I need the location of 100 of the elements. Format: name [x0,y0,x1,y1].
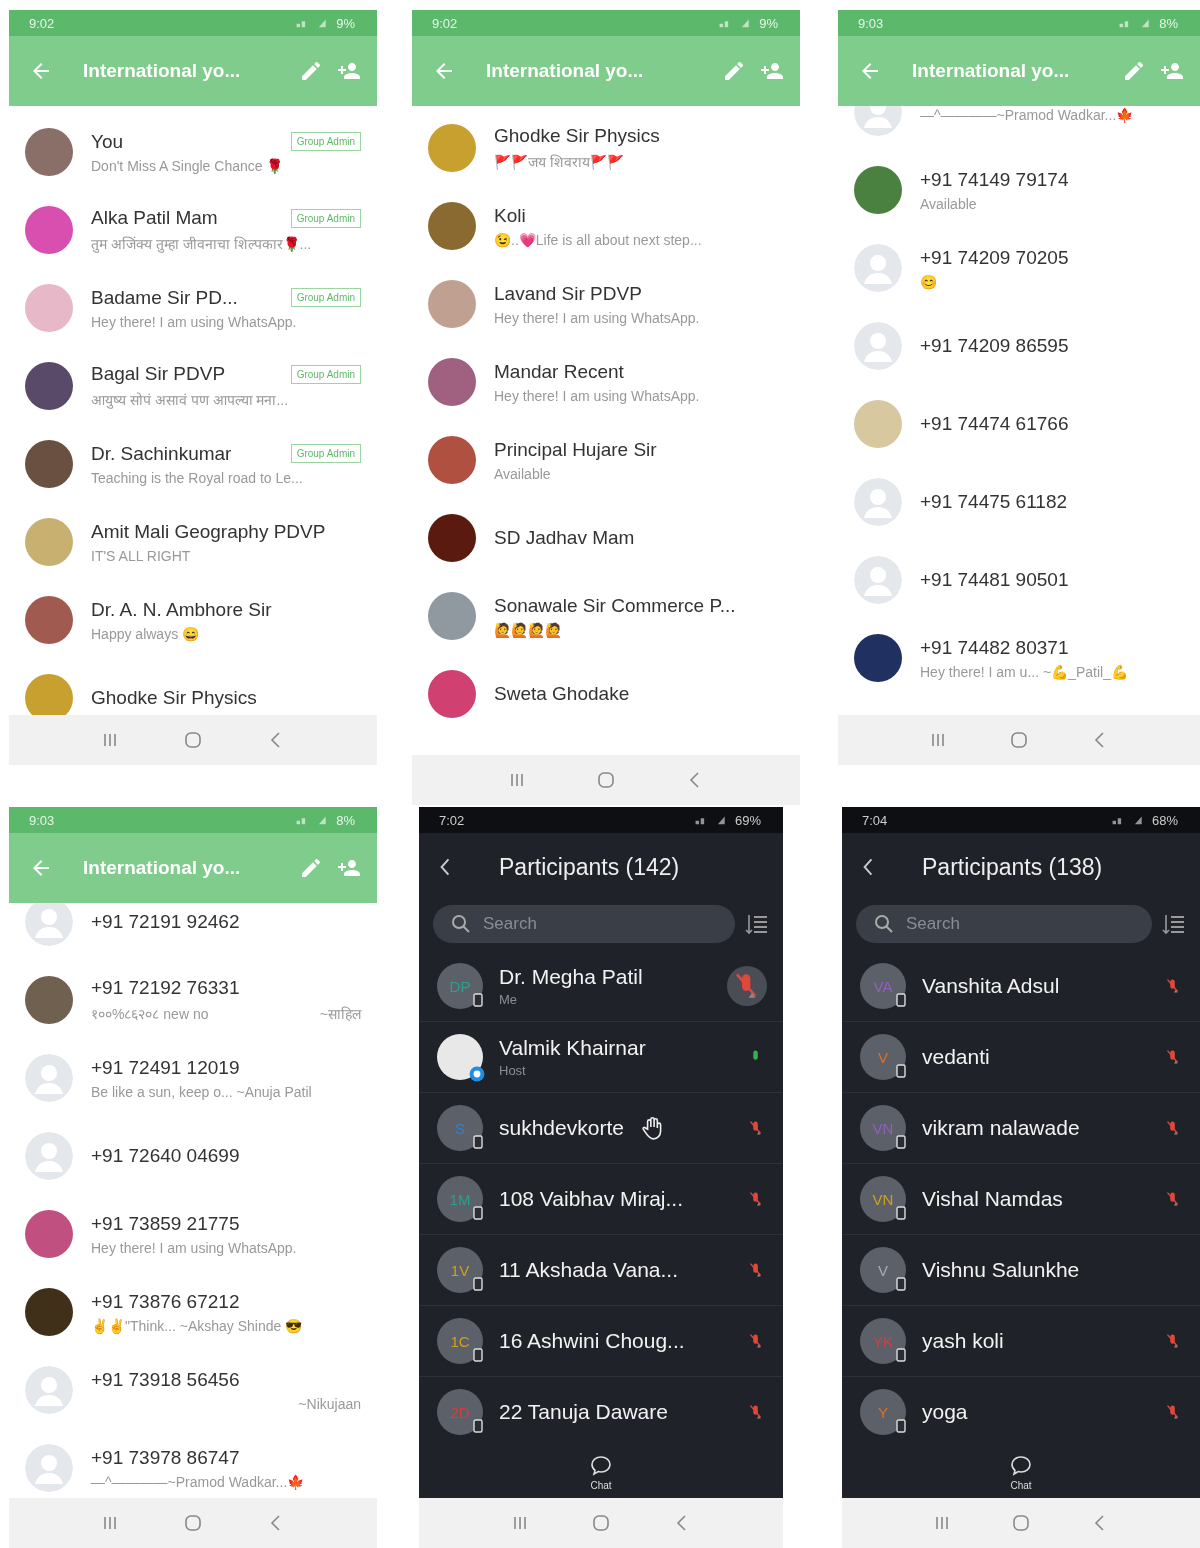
participant-name: sukhdevkorte [499,1116,624,1140]
initials-avatar: 1V [437,1247,483,1293]
default-avatar-icon [854,322,902,370]
member-status: Available [920,195,977,212]
member-status: १००%८६२०८ new no [91,1005,209,1023]
member-name: Sweta Ghodake [494,683,630,705]
phone-icon [896,993,906,1007]
member-name: +91 72192 76331 [91,977,240,999]
status-time: 7:04 [862,812,888,828]
default-avatar-icon [25,1444,73,1492]
default-avatar-icon [854,244,902,292]
member-name: You [91,130,124,153]
member-name: Amit Mali Geography PDVP [91,520,326,543]
participant-name: vikram nalawade [922,1116,1080,1140]
member-name: Sonawale Sir Commerce P... [494,594,736,617]
member-name: +91 73859 21775 [91,1212,240,1235]
member-name: Mandar Recent [494,360,624,383]
default-avatar-icon [854,478,902,526]
pencil-icon[interactable] [299,59,323,83]
muted-microphone-icon[interactable] [727,966,767,1006]
phone-icon [473,1135,483,1149]
phone-icon [473,1419,483,1433]
default-avatar-icon [854,556,902,604]
host-badge-icon [469,1066,485,1082]
member-status: IT'S ALL RIGHT [91,547,191,564]
initials-avatar: VA [860,963,906,1009]
participant-name: Vishnu Salunkhe [922,1258,1080,1282]
initials-avatar: 1C [437,1318,483,1364]
member-status: Hey there! I am using WhatsApp. [91,1239,297,1256]
member-status: Hey there! I am u... ~💪_Patil_💪 [920,663,1128,680]
participant-name: Dr. Megha Patil [499,965,643,989]
initials-avatar: YK [860,1318,906,1364]
chat-bubble-icon [1009,1453,1033,1478]
search-field[interactable]: Search [856,905,1152,943]
participant-role: Me [499,992,519,1007]
group-title: International yo... [485,60,645,82]
participant-name: Vanshita Adsul [922,974,1060,998]
member-name: +91 74209 86595 [920,335,1069,357]
member-name: Alka Patil Mam [91,207,218,229]
member-name: Lavand Sir PDVP [494,282,642,305]
avatar [437,1034,483,1080]
member-status: Hey there! I am using WhatsApp. [494,387,700,404]
phone-icon [896,1277,906,1291]
member-status: Hey there! I am using WhatsApp. [494,309,700,326]
participant-name: vedanti [922,1045,990,1069]
initials-avatar: S [437,1105,483,1151]
member-status: 🚩🚩जय शिवराय🚩🚩 [494,153,624,171]
search-field[interactable]: Search [433,905,735,943]
chat-bubble-icon [589,1453,613,1478]
default-avatar-icon [25,1132,73,1180]
member-name: Badame Sir PD... [91,286,238,309]
member-name: Bagal Sir PDVP [91,363,226,385]
phone-icon [896,1419,906,1433]
pencil-icon[interactable] [299,856,323,880]
member-name: Koli [494,204,526,227]
group-title: International yo... [82,857,242,879]
member-name: Dr. A. N. Ambhore Sir [91,598,272,621]
phone-icon [896,1064,906,1078]
group-title: International yo... [911,60,1071,82]
initials-avatar: V [860,1247,906,1293]
battery-level: 69% [734,812,761,828]
phone-icon [896,1348,906,1362]
member-name: +91 72191 92462 [91,911,240,933]
sort-list-icon[interactable] [745,912,769,936]
member-status: 😉..💗Life is all about next step... [494,231,702,248]
pencil-icon[interactable] [722,59,746,83]
member-status: —^————~Pramod Wadkar...🍁 [91,1473,305,1490]
battery-level: 9% [759,15,778,31]
admin-badge: Group Admin [290,132,361,151]
initials-avatar: 2D [437,1389,483,1435]
member-status: 🙋🙋🙋🙋 [494,621,562,638]
member-status: Be like a sun, keep o... ~Anuja Patil [91,1083,312,1100]
participant-name: Valmik Khairnar [499,1036,646,1060]
member-status: ✌✌"Think... ~Akshay Shinde 😎 [91,1317,303,1334]
member-status: Available [494,465,551,482]
default-avatar-icon [25,1366,73,1414]
default-avatar-icon [25,1054,73,1102]
participants-title: Participants (138) [922,853,1103,881]
phone-icon [896,1135,906,1149]
member-status: ~साहिल [319,1005,361,1023]
status-time: 9:02 [29,15,55,31]
admin-badge: Group Admin [290,208,361,228]
initials-avatar: 1M [437,1176,483,1222]
status-time: 9:03 [29,812,55,828]
member-status: तुम अजिंक्य तुम्हा जीवनाचा शिल्पकार🌹... [91,235,312,253]
participants-title: Participants (142) [499,853,680,881]
phone-icon [473,1206,483,1220]
participant-name: 22 Tanuja Daware [499,1400,668,1424]
participant-role: Host [499,1063,527,1078]
member-status: —^————~Pramod Wadkar...🍁 [920,106,1134,123]
participant-name: yash koli [922,1329,1004,1353]
pencil-icon[interactable] [1122,59,1146,83]
member-name: +91 73876 67212 [91,1290,240,1313]
initials-avatar: V [860,1034,906,1080]
battery-level: 8% [336,812,355,828]
search-icon [874,914,894,934]
phone-icon [473,1348,483,1362]
member-status: ~Nikujaan [298,1395,361,1412]
sort-list-icon[interactable] [1162,912,1186,936]
phone-icon [473,1277,483,1291]
